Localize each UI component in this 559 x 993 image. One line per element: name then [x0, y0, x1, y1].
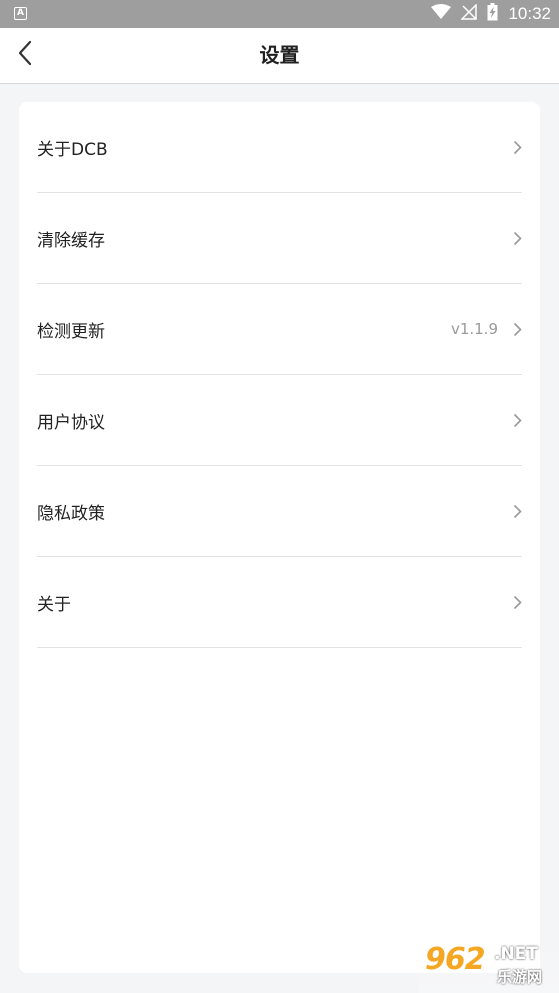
chevron-right-icon	[512, 412, 522, 428]
chevron-right-icon	[512, 139, 522, 155]
settings-list: 关于DCB 清除缓存 检测更新 v1.1.9 用户协议 隐私政策 关于	[37, 102, 522, 648]
settings-item-label: 检测更新	[37, 321, 105, 342]
settings-item-clear-cache[interactable]: 清除缓存	[37, 193, 522, 284]
status-bar: A 10:32	[0, 0, 559, 28]
settings-item-about-dcb[interactable]: 关于DCB	[37, 102, 522, 193]
notification-a-icon: A	[14, 7, 27, 20]
settings-item-label: 用户协议	[37, 412, 105, 433]
page-title: 设置	[259, 43, 300, 67]
settings-item-user-agreement[interactable]: 用户协议	[37, 375, 522, 466]
watermark-name: 乐游网	[497, 968, 543, 986]
settings-item-label: 清除缓存	[37, 230, 105, 251]
status-icons: 10:32	[431, 0, 551, 28]
settings-item-label: 关于DCB	[37, 139, 108, 160]
wifi-icon	[431, 4, 452, 24]
chevron-right-icon	[512, 230, 522, 246]
chevron-right-icon	[512, 321, 522, 337]
watermark-domain: .NET	[494, 944, 538, 964]
settings-item-label: 关于	[37, 594, 71, 615]
settings-card: 关于DCB 清除缓存 检测更新 v1.1.9 用户协议 隐私政策 关于	[19, 102, 540, 973]
chevron-right-icon	[512, 594, 522, 610]
status-time: 10:32	[508, 4, 551, 23]
settings-item-about[interactable]: 关于	[37, 557, 522, 648]
watermark-number: 962	[425, 942, 486, 977]
no-signal-icon	[460, 3, 478, 24]
battery-charging-icon	[487, 3, 498, 25]
settings-item-check-update[interactable]: 检测更新 v1.1.9	[37, 284, 522, 375]
header: 设置	[0, 28, 559, 84]
settings-item-privacy-policy[interactable]: 隐私政策	[37, 466, 522, 557]
watermark-logo: 962 .NET 乐游网	[419, 940, 559, 993]
settings-item-label: 隐私政策	[37, 503, 105, 524]
version-value: v1.1.9	[450, 320, 498, 338]
chevron-right-icon	[512, 503, 522, 519]
